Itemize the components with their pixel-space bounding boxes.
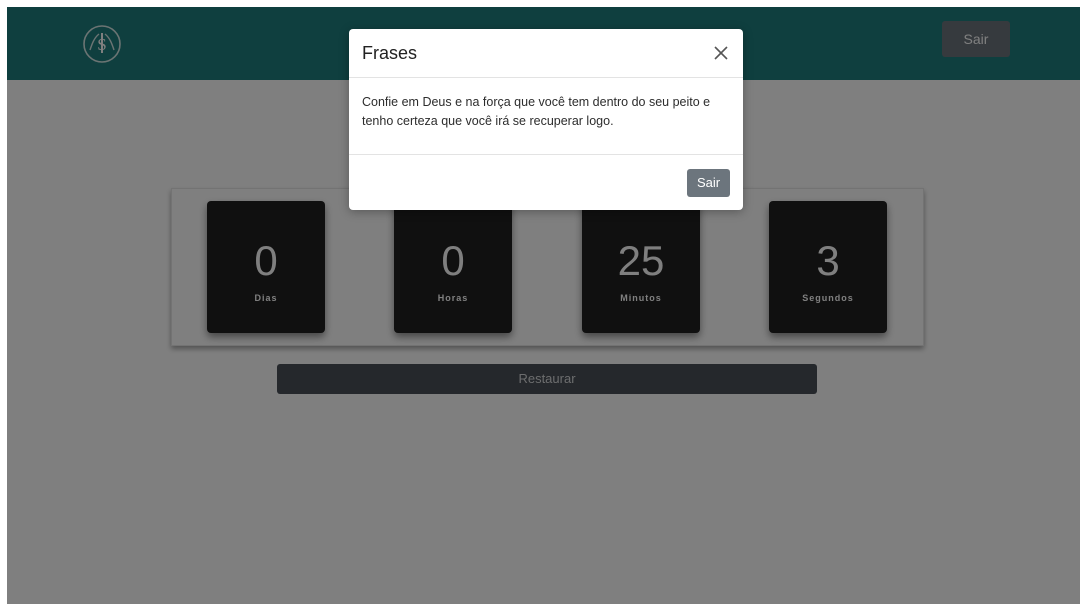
app-window: S Sair 0 Dias 0 Horas 25 Minutos 3 Segun… [7, 7, 1080, 604]
modal-message: Confie em Deus e na força que você tem d… [362, 95, 711, 128]
modal-footer: Sair [349, 154, 743, 211]
close-icon[interactable] [711, 43, 731, 63]
phrases-modal: Frases Confie em Deus e na força que voc… [349, 29, 743, 210]
modal-header: Frases [349, 29, 743, 78]
modal-exit-button[interactable]: Sair [687, 169, 730, 197]
modal-title: Frases [362, 43, 418, 63]
